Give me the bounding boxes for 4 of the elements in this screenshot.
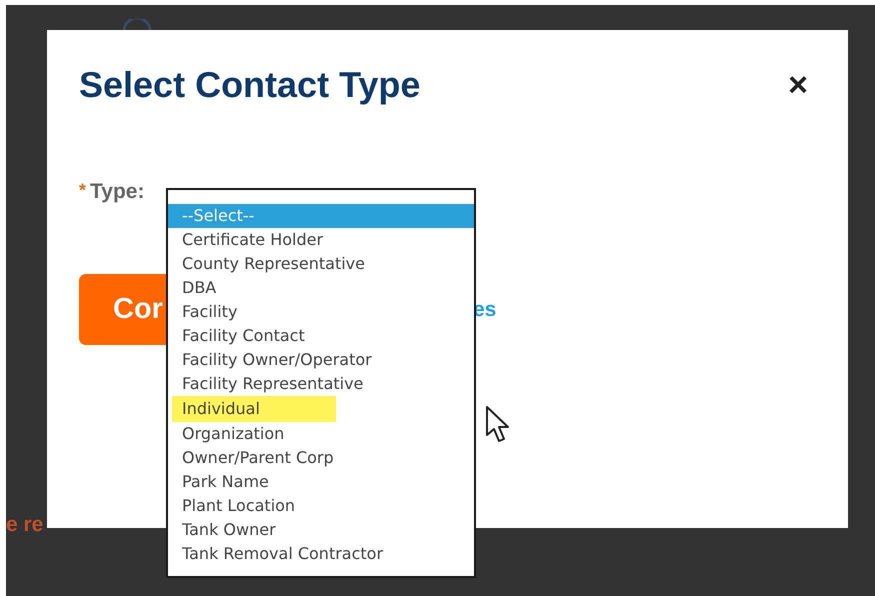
background-text: e re <box>6 513 44 537</box>
required-icon: * <box>79 180 86 201</box>
dialog-title: Select Contact Type <box>79 64 420 106</box>
type-label: Type: <box>90 180 144 204</box>
